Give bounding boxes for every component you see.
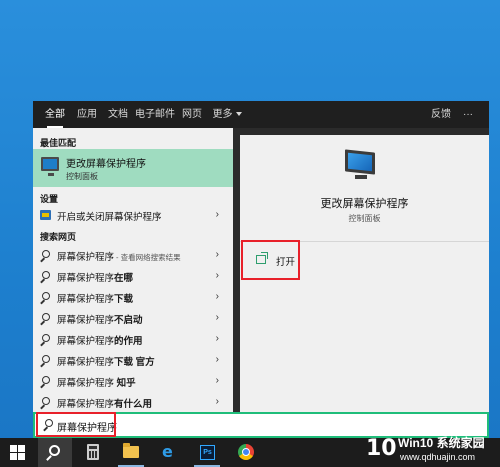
web-result-label: 屏幕保护程序的作用: [57, 336, 143, 347]
filter-bar: 全部 应用 文档 电子邮件 网页 更多 反馈 ···: [33, 101, 489, 128]
more-options-button[interactable]: ···: [463, 101, 473, 128]
web-result-label: 屏幕保护程序 - 查看网络搜索结果: [57, 252, 181, 263]
chevron-right-icon[interactable]: ›: [216, 333, 219, 344]
web-result-item[interactable]: 屏幕保护程序不启动 ›: [33, 308, 233, 329]
web-result-label: 屏幕保护程序不启动: [57, 315, 143, 326]
chevron-right-icon[interactable]: ›: [216, 396, 219, 407]
search-icon: [49, 445, 60, 456]
best-match-subtitle: 控制面板: [66, 172, 98, 181]
best-match-item[interactable]: 更改屏幕保护程序 控制面板: [33, 149, 233, 187]
chevron-right-icon[interactable]: ›: [216, 375, 219, 386]
web-result-item[interactable]: 屏幕保护程序 - 查看网络搜索结果 ›: [33, 245, 233, 266]
search-icon: [40, 355, 51, 366]
web-result-label: 屏幕保护程序下载: [57, 294, 134, 305]
taskbar-chrome[interactable]: [228, 438, 262, 467]
search-icon: [40, 376, 51, 387]
watermark-title: Win10 系统家园: [398, 436, 485, 450]
web-result-label: 屏幕保护程序下载 官方: [57, 357, 155, 368]
watermark-url: www.qdhuajin.com: [400, 452, 476, 462]
photoshop-icon: Ps: [200, 445, 215, 460]
feedback-button[interactable]: 反馈: [431, 101, 451, 128]
detail-title: 更改屏幕保护程序: [320, 198, 409, 210]
tab-documents[interactable]: 文档: [104, 101, 132, 128]
results-list: 最佳匹配 更改屏幕保护程序 控制面板 设置 开启或关闭屏幕保护程序 › 搜索网页…: [33, 128, 233, 412]
detail-subtitle: 控制面板: [348, 214, 381, 223]
watermark-logo: 10: [366, 436, 397, 461]
folder-icon: [123, 443, 139, 458]
monitor-icon: [41, 157, 59, 176]
search-icon: [40, 334, 51, 345]
search-icon: [40, 397, 51, 408]
chrome-icon: [238, 444, 254, 460]
settings-item[interactable]: 开启或关闭屏幕保护程序 ›: [33, 205, 233, 226]
taskbar-calculator[interactable]: [76, 438, 110, 467]
web-result-item[interactable]: 屏幕保护程序有什么用 ›: [33, 392, 233, 413]
search-icon: [40, 250, 51, 261]
tab-more[interactable]: 更多: [209, 101, 245, 128]
search-icon: [40, 292, 51, 303]
chevron-right-icon[interactable]: ›: [216, 312, 219, 323]
section-web: 搜索网页: [40, 232, 77, 242]
highlight-search: [36, 412, 116, 437]
settings-icon: [40, 210, 51, 221]
web-result-label: 屏幕保护程序在哪: [57, 273, 134, 284]
tab-more-label: 更多: [212, 109, 233, 120]
chevron-right-icon[interactable]: ›: [216, 270, 219, 281]
web-result-item[interactable]: 屏幕保护程序下载 官方 ›: [33, 350, 233, 371]
chevron-right-icon[interactable]: ›: [216, 291, 219, 302]
section-best-match: 最佳匹配: [40, 138, 77, 148]
highlight-open: [241, 240, 300, 280]
monitor-icon: [345, 149, 380, 180]
chevron-right-icon[interactable]: ›: [216, 209, 219, 220]
taskbar-photoshop[interactable]: Ps: [190, 438, 224, 467]
search-icon: [40, 271, 51, 282]
tab-email[interactable]: 电子邮件: [135, 101, 175, 128]
watermark: 10 Win10 系统家园 www.qdhuajin.com: [364, 432, 500, 467]
taskbar-file-explorer[interactable]: [114, 438, 148, 467]
tab-web[interactable]: 网页: [178, 101, 206, 128]
web-result-label: 屏幕保护程序有什么用: [57, 399, 153, 410]
chevron-right-icon[interactable]: ›: [216, 249, 219, 260]
search-icon: [40, 313, 51, 324]
taskbar-search-button[interactable]: [38, 438, 72, 467]
web-result-item[interactable]: 屏幕保护程序在哪 ›: [33, 266, 233, 287]
tab-all[interactable]: 全部: [41, 101, 69, 128]
edge-icon: e: [162, 442, 173, 461]
taskbar-edge[interactable]: e: [152, 438, 186, 467]
start-button[interactable]: [0, 438, 34, 467]
settings-item-label: 开启或关闭屏幕保护程序: [57, 212, 162, 223]
best-match-title: 更改屏幕保护程序: [66, 159, 146, 170]
web-result-item[interactable]: 屏幕保护程序的作用 ›: [33, 329, 233, 350]
chevron-right-icon[interactable]: ›: [216, 354, 219, 365]
web-result-label: 屏幕保护程序 知乎: [57, 378, 136, 389]
windows-logo-icon: [10, 445, 25, 460]
caret-down-icon: [235, 112, 242, 117]
section-settings: 设置: [40, 194, 59, 204]
tab-apps[interactable]: 应用: [73, 101, 101, 128]
web-result-item[interactable]: 屏幕保护程序下载 ›: [33, 287, 233, 308]
calculator-icon: [87, 444, 99, 460]
web-result-item[interactable]: 屏幕保护程序 知乎 ›: [33, 371, 233, 392]
